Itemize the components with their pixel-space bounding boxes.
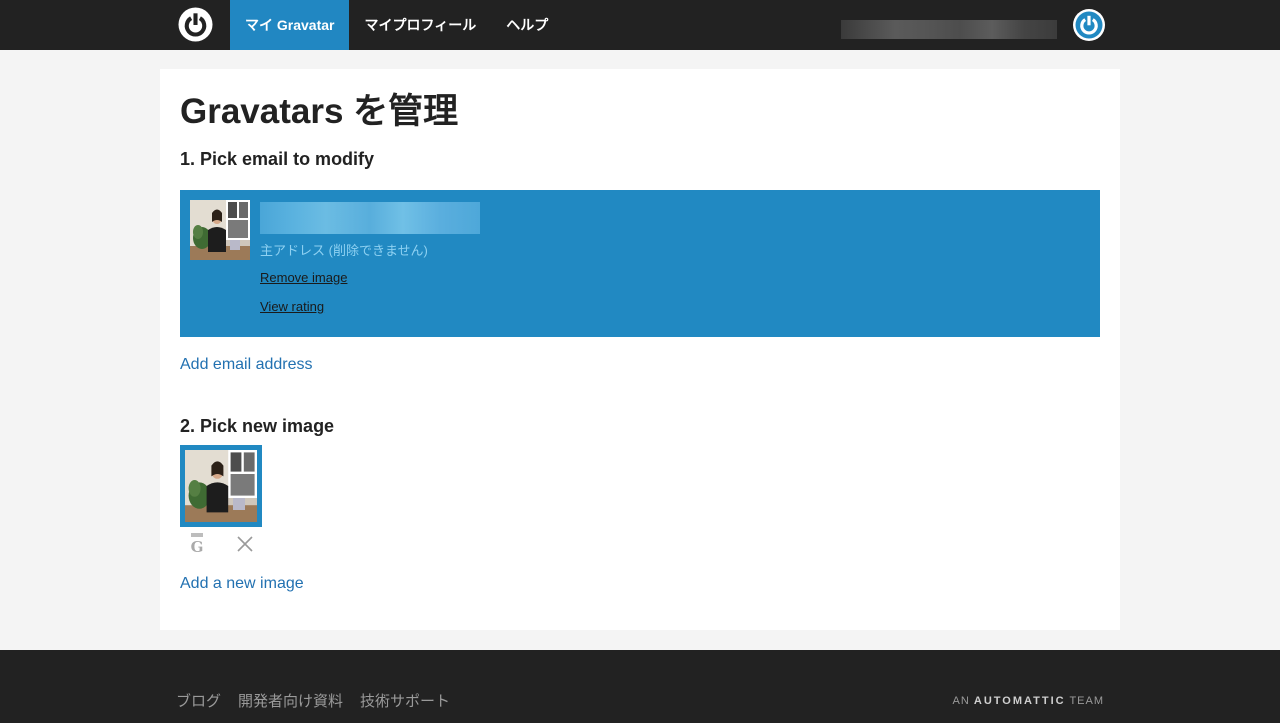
selected-email-row[interactable]: 主アドレス (削除できません) Remove image View rating bbox=[180, 190, 1100, 337]
primary-address-note: 主アドレス (削除できません) bbox=[260, 243, 428, 258]
brand-suffix: TEAM bbox=[1069, 695, 1104, 707]
email-address-redacted bbox=[260, 202, 480, 234]
footer: ブログ 開発者向け資料 技術サポート AN AUTOMATTIC TEAM bbox=[0, 650, 1280, 723]
top-bar: マイ Gravatar マイプロフィール ヘルプ bbox=[0, 0, 1280, 50]
gravatar-image-option[interactable] bbox=[180, 445, 262, 527]
add-new-image-link[interactable]: Add a new image bbox=[180, 575, 304, 593]
nav-item-my-profile[interactable]: マイプロフィール bbox=[349, 0, 491, 50]
nav-item-help[interactable]: ヘルプ bbox=[491, 0, 563, 50]
email-avatar-thumbnail bbox=[190, 200, 250, 260]
footer-links: ブログ 開発者向け資料 技術サポート bbox=[176, 690, 450, 711]
nav-item-my-gravatar[interactable]: マイ Gravatar bbox=[230, 0, 350, 50]
step1-title: 1. Pick email to modify bbox=[180, 149, 375, 169]
brand-prefix: AN bbox=[952, 695, 970, 707]
main-nav: マイ Gravatar マイプロフィール ヘルプ bbox=[230, 0, 563, 50]
rating-g-icon[interactable]: G bbox=[188, 533, 206, 553]
automattic-team-brand[interactable]: AN AUTOMATTIC TEAM bbox=[953, 695, 1104, 707]
remove-image-link[interactable]: Remove image bbox=[260, 270, 347, 285]
footer-link-support[interactable]: 技術サポート bbox=[360, 690, 450, 711]
gravatar-logo-icon[interactable] bbox=[178, 7, 213, 42]
gravatar-image-thumbnail bbox=[185, 450, 257, 522]
brand-name: AUTOMATTIC bbox=[973, 695, 1066, 707]
footer-link-blog[interactable]: ブログ bbox=[176, 690, 221, 711]
view-rating-link[interactable]: View rating bbox=[260, 299, 324, 314]
step2-title: 2. Pick new image bbox=[180, 416, 335, 436]
delete-image-close-icon[interactable] bbox=[236, 535, 254, 553]
footer-link-developers[interactable]: 開発者向け資料 bbox=[238, 690, 343, 711]
add-email-link[interactable]: Add email address bbox=[180, 356, 313, 374]
page-title: Gravatars を管理 bbox=[180, 92, 459, 131]
svg-text:G: G bbox=[191, 538, 204, 553]
manage-gravatars-card: Gravatars を管理 1. Pick email to modify 主ア… bbox=[160, 69, 1120, 630]
account-email-redacted[interactable] bbox=[841, 20, 1057, 39]
account-avatar-icon[interactable] bbox=[1073, 9, 1105, 41]
